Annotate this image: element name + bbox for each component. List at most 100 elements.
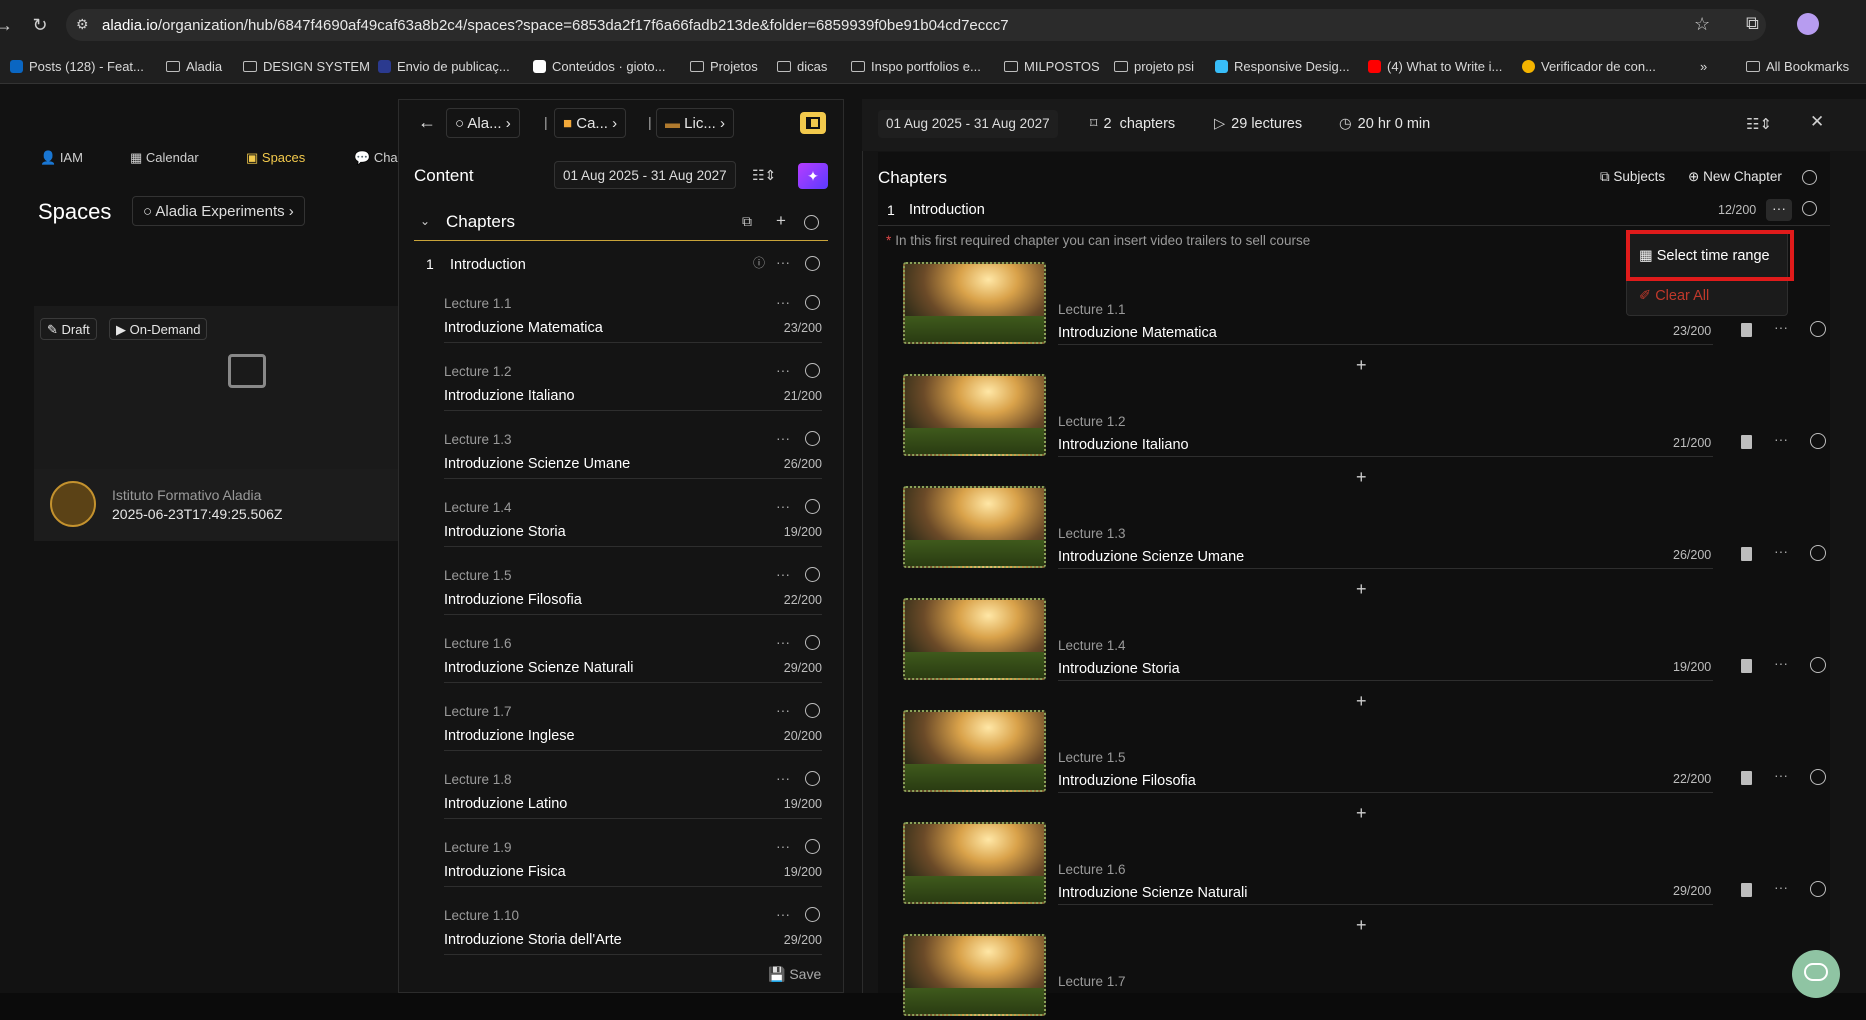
info-icon[interactable]: ⓘ — [753, 254, 765, 271]
more-icon[interactable]: ··· — [776, 634, 790, 650]
bookmark-item[interactable]: MILPOSTOS — [1004, 59, 1100, 74]
lecture-card[interactable]: Lecture 1.2 Introduzione Italiano 21/200 ··… — [903, 374, 1830, 460]
lecture-thumbnail[interactable] — [903, 934, 1046, 1016]
lecture-card[interactable]: Lecture 1.5 Introduzione Filosofia 22/200 ·… — [903, 710, 1830, 796]
select-radio[interactable] — [805, 256, 820, 271]
select-radio[interactable] — [805, 771, 820, 786]
lecture-thumbnail[interactable] — [903, 822, 1046, 904]
document-icon[interactable] — [1741, 883, 1752, 897]
document-icon[interactable] — [1741, 659, 1752, 673]
more-icon[interactable]: ··· — [776, 906, 790, 922]
lecture-row[interactable]: Lecture 1.3 Introduzione Scienze Umane 26/… — [414, 426, 828, 494]
add-lecture-icon[interactable]: + — [1356, 467, 1367, 488]
lecture-row[interactable]: Lecture 1.8 Introduzione Latino 19/200 ··· — [414, 766, 828, 834]
view-toggle-icon[interactable]: ☷⇕ — [1746, 115, 1772, 133]
lecture-card[interactable]: Lecture 1.7 — [903, 934, 1830, 1020]
lecture-row[interactable]: Lecture 1.9 Introduzione Fisica 19/200 ··· — [414, 834, 828, 902]
more-icon[interactable]: ··· — [1774, 543, 1788, 559]
lecture-row[interactable]: Lecture 1.6 Introduzione Scienze Naturali… — [414, 630, 828, 698]
chapter-row[interactable]: 1 Introduction ⓘ ··· — [414, 248, 828, 284]
document-icon[interactable] — [1741, 547, 1752, 561]
lecture-thumbnail[interactable] — [903, 374, 1046, 456]
more-icon[interactable]: ··· — [776, 838, 790, 854]
more-icon[interactable]: ··· — [776, 362, 790, 378]
lecture-thumbnail[interactable] — [903, 262, 1046, 344]
lecture-row[interactable]: Lecture 1.4 Introduzione Storia 19/200 ··· — [414, 494, 828, 562]
bookmark-item[interactable]: Verificador de con... — [1522, 59, 1656, 74]
date-range[interactable]: 01 Aug 2025 - 31 Aug 2027 — [554, 161, 736, 189]
chapter-row[interactable]: 1 Introduction 12/200 — [878, 196, 1830, 226]
add-lecture-icon[interactable]: + — [1356, 915, 1367, 936]
select-radio[interactable] — [805, 499, 820, 514]
select-radio[interactable] — [1810, 657, 1826, 673]
chapter-more-button[interactable]: ··· — [1766, 199, 1792, 221]
tab-iam[interactable]: 👤 IAM — [40, 150, 83, 166]
add-lecture-icon[interactable]: + — [1356, 579, 1367, 600]
chapter-title[interactable]: Introduction — [909, 202, 985, 218]
more-icon[interactable]: ··· — [1774, 655, 1788, 671]
document-icon[interactable] — [1741, 435, 1752, 449]
bookmark-item[interactable]: Aladia — [166, 59, 222, 74]
crumb-folder[interactable]: ■ Ca... › — [554, 108, 627, 138]
select-radio[interactable] — [805, 703, 820, 718]
lecture-thumbnail[interactable] — [903, 486, 1046, 568]
document-icon[interactable] — [1741, 323, 1752, 337]
select-radio[interactable] — [1810, 433, 1826, 449]
back-arrow-icon[interactable]: ← — [418, 112, 436, 133]
more-icon[interactable]: ··· — [776, 770, 790, 786]
lecture-title[interactable]: Introduzione Storia — [1058, 661, 1180, 677]
lecture-thumbnail[interactable] — [903, 598, 1046, 680]
more-icon[interactable]: ··· — [1774, 767, 1788, 783]
more-icon[interactable]: ··· — [776, 702, 790, 718]
more-icon[interactable]: ··· — [776, 430, 790, 446]
lecture-title[interactable]: Introduzione Filosofia — [1058, 773, 1196, 789]
lecture-row[interactable]: Lecture 1.1 Introduzione Matematica 23/200… — [414, 290, 828, 358]
profile-avatar[interactable] — [1797, 13, 1819, 35]
view-toggle-icon[interactable]: ☷⇕ — [752, 167, 776, 184]
course-date-range[interactable]: 01 Aug 2025 - 31 Aug 2027 — [878, 110, 1058, 138]
lecture-card[interactable]: Lecture 1.4 Introduzione Storia 19/200 ··· — [903, 598, 1830, 684]
add-lecture-icon[interactable]: + — [1356, 803, 1367, 824]
add-lecture-icon[interactable]: + — [1356, 691, 1367, 712]
select-radio[interactable] — [805, 431, 820, 446]
chevron-down-icon[interactable]: ⌄ — [420, 214, 430, 228]
reload-icon[interactable]: ↻ — [30, 15, 50, 35]
more-icon[interactable]: ··· — [776, 498, 790, 514]
tab-calendar[interactable]: ▦ Calendar — [130, 150, 199, 166]
all-bookmarks[interactable]: All Bookmarks — [1746, 59, 1849, 74]
add-lecture-icon[interactable]: + — [1356, 355, 1367, 376]
bookmark-item[interactable]: Posts (128) - Feat... — [10, 59, 144, 74]
select-radio[interactable] — [1810, 881, 1826, 897]
save-button[interactable]: 💾 Save — [768, 966, 821, 983]
select-radio[interactable] — [805, 839, 820, 854]
add-icon[interactable]: + — [776, 211, 786, 231]
extensions-icon[interactable]: ⧉ — [1746, 13, 1759, 34]
select-radio[interactable] — [1810, 545, 1826, 561]
select-radio[interactable] — [805, 567, 820, 582]
address-bar[interactable]: ⚙ aladia.io/organization/hub/6847f4690af… — [66, 9, 1766, 41]
select-radio[interactable] — [1810, 321, 1826, 337]
sidebar-toggle-button[interactable] — [800, 112, 826, 134]
bookmark-item[interactable]: dicas — [777, 59, 827, 74]
site-settings-icon[interactable]: ⚙ — [76, 16, 89, 33]
document-icon[interactable] — [1741, 771, 1752, 785]
ai-magic-button[interactable]: ✦ — [798, 163, 828, 189]
tab-spaces[interactable]: ▣ Spaces — [246, 150, 305, 166]
subjects-button[interactable]: ⧉ Subjects — [1600, 169, 1665, 185]
forward-icon[interactable]: → — [0, 15, 14, 35]
select-radio[interactable] — [804, 215, 819, 230]
subjects-icon[interactable]: ⧉ — [742, 213, 752, 230]
bookmark-item[interactable]: Inspo portfolios e... — [851, 59, 981, 74]
more-icon[interactable]: ··· — [1774, 319, 1788, 335]
select-radio[interactable] — [805, 295, 820, 310]
bookmark-item[interactable]: Projetos — [690, 59, 758, 74]
star-icon[interactable]: ☆ — [1694, 14, 1710, 35]
bookmark-item[interactable]: Responsive Desig... — [1215, 59, 1350, 74]
space-crumb[interactable]: ○ Aladia Experiments › — [132, 196, 305, 226]
select-radio[interactable] — [805, 907, 820, 922]
select-radio[interactable] — [805, 635, 820, 650]
more-icon[interactable]: ··· — [776, 254, 790, 270]
lecture-thumbnail[interactable] — [903, 710, 1046, 792]
select-radio[interactable] — [805, 363, 820, 378]
crumb-course[interactable]: ▬ Lic... › — [656, 108, 735, 138]
